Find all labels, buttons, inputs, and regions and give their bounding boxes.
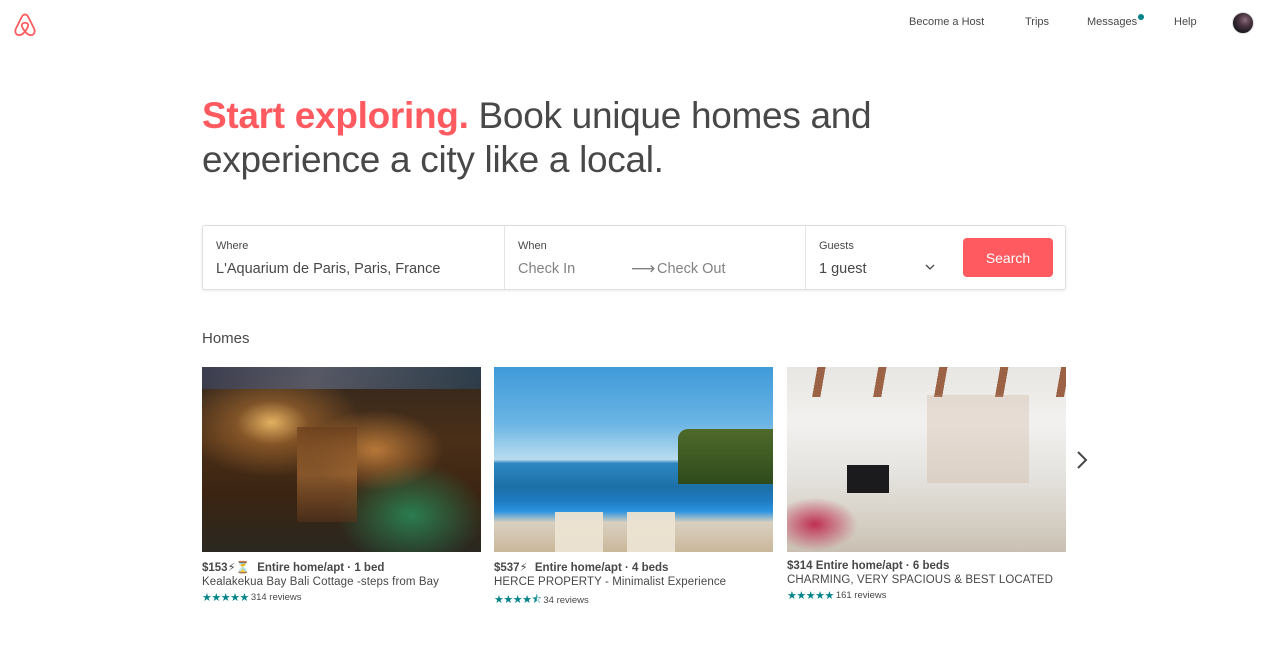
homes-section-title: Homes [202, 330, 250, 347]
nav-messages[interactable]: Messages [1087, 14, 1145, 28]
check-out-input[interactable]: Check Out [657, 261, 726, 277]
check-in-input[interactable]: Check In [518, 261, 575, 277]
user-avatar[interactable] [1232, 12, 1254, 34]
home-photo[interactable] [202, 367, 481, 552]
home-price: $314 [787, 560, 813, 572]
star-rating-icon: ★★★★⯪ [494, 594, 542, 606]
home-card[interactable]: $314 Entire home/apt · 6 beds CHARMING, … [787, 367, 1066, 602]
home-rating: ★★★★⯪ 34 reviews [494, 591, 773, 610]
nav-become-host[interactable]: Become a Host [909, 16, 984, 28]
home-price: $537 [494, 562, 520, 574]
chevron-down-icon[interactable] [924, 261, 936, 273]
where-label: Where [216, 240, 249, 252]
home-type: Entire home/apt · 4 beds [534, 562, 669, 574]
review-count: 34 reviews [543, 595, 589, 606]
search-bar: Where L'Aquarium de Paris, Paris, France… [202, 225, 1066, 290]
search-button[interactable]: Search [963, 238, 1053, 277]
where-field[interactable]: Where L'Aquarium de Paris, Paris, France [203, 226, 505, 289]
home-card[interactable]: $537⚡ Entire home/apt · 4 beds HERCE PRO… [494, 367, 773, 610]
star-rating-icon: ★★★★★ [787, 590, 834, 602]
instant-book-icon: ⚡ [519, 562, 528, 574]
star-rating-icon: ★★★★★ [202, 592, 249, 604]
guests-label: Guests [819, 240, 854, 252]
review-count: 161 reviews [835, 590, 887, 601]
review-count: 314 reviews [250, 592, 302, 603]
nav-help[interactable]: Help [1174, 16, 1197, 28]
home-rating: ★★★★★ 314 reviews [202, 591, 481, 604]
airbnb-logo-icon[interactable] [12, 12, 38, 38]
where-input[interactable]: L'Aquarium de Paris, Paris, France [216, 261, 440, 277]
unread-dot-icon [1138, 14, 1145, 20]
home-photo[interactable] [787, 367, 1066, 552]
home-name: CHARMING, VERY SPACIOUS & BEST LOCATED [787, 574, 1054, 586]
home-card-title: $537⚡ Entire home/apt · 4 beds [494, 560, 773, 574]
home-card-title: $314 Entire home/apt · 6 beds [787, 560, 1066, 572]
when-label: When [518, 240, 547, 252]
arrow-right-icon: ⟶ [631, 259, 656, 278]
home-card-title: $153⚡⏳ Entire home/apt · 1 bed [202, 560, 481, 574]
hero-headline: Start exploring. Book unique homes and e… [202, 94, 922, 182]
home-name: Kealakekua Bay Bali Cottage -steps from … [202, 576, 439, 588]
instant-book-icon: ⚡⏳ [227, 562, 250, 574]
carousel-next-icon[interactable] [1073, 448, 1091, 472]
home-photo[interactable] [494, 367, 773, 552]
guests-field[interactable]: Guests 1 guest Search [806, 226, 1065, 289]
home-type: Entire home/apt · 1 bed [257, 562, 385, 574]
when-field: When Check In ⟶ Check Out [505, 226, 806, 289]
home-rating: ★★★★★ 161 reviews [787, 589, 1066, 602]
home-card[interactable]: $153⚡⏳ Entire home/apt · 1 bed Kealakeku… [202, 367, 481, 604]
nav-trips[interactable]: Trips [1025, 16, 1049, 28]
home-name: HERCE PROPERTY - Minimalist Experience [494, 576, 727, 588]
home-type: Entire home/apt · 6 beds [815, 560, 950, 572]
hero-accent: Start exploring. [202, 95, 469, 136]
nav-messages-label: Messages [1087, 16, 1138, 28]
home-price: $153 [202, 562, 228, 574]
guests-select[interactable]: 1 guest [819, 261, 867, 277]
